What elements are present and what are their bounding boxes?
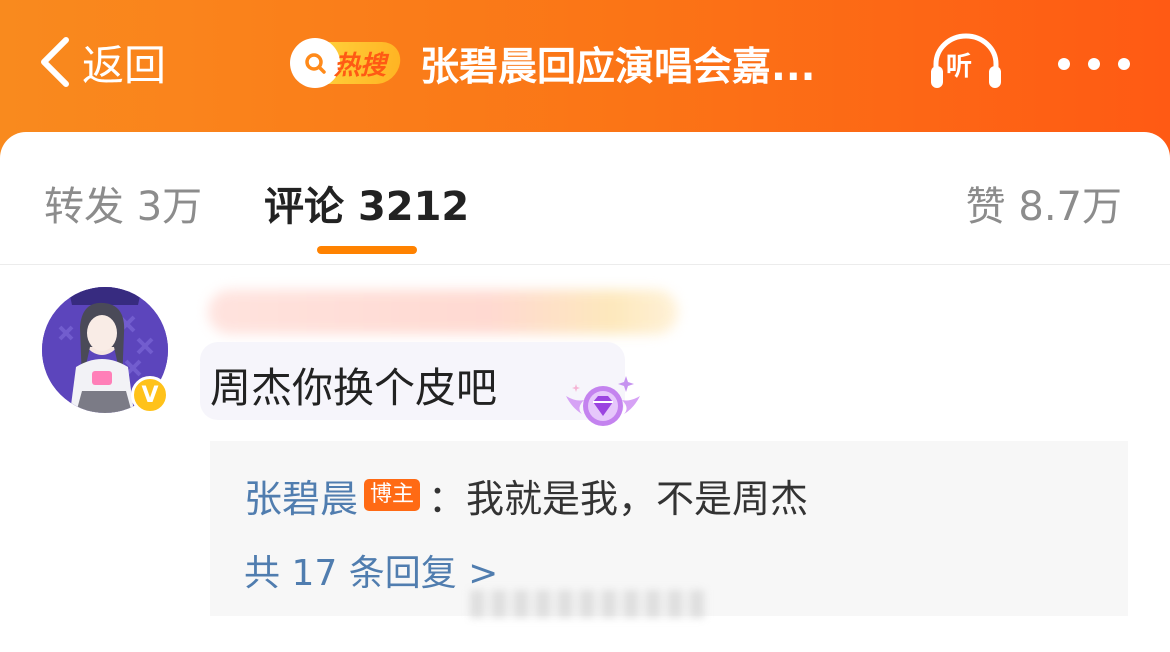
- tab-comment[interactable]: 评论 3212: [264, 174, 469, 232]
- hot-search-label: 热搜: [334, 51, 387, 81]
- comment-text: 周杰你换个皮吧: [210, 364, 497, 412]
- listen-label: 听: [946, 52, 973, 82]
- dot-icon: [1088, 58, 1100, 70]
- tab-comment-label: 评论: [264, 184, 344, 230]
- reply-text: ：我就是我，不是周杰: [428, 476, 809, 521]
- dot-icon: [1118, 58, 1130, 70]
- interaction-tabs: 转发 3万 评论 3212 赞 8.7万: [0, 132, 1170, 265]
- view-all-replies-link[interactable]: 共 17 条回复 >: [244, 544, 498, 596]
- tab-like[interactable]: 赞 8.7万: [966, 174, 1122, 232]
- back-label: 返回: [82, 40, 167, 90]
- dot-icon: [1058, 58, 1070, 70]
- page-title: 张碧晨回应演唱会嘉...: [420, 45, 816, 90]
- reply-line: 张碧晨 博主 ：我就是我，不是周杰: [244, 472, 808, 521]
- tab-repost-label: 转发: [44, 184, 124, 230]
- back-button[interactable]: 返回: [36, 34, 166, 90]
- listen-button[interactable]: 听: [928, 30, 1004, 92]
- reply-author-name[interactable]: 张碧晨: [244, 468, 358, 523]
- tab-like-count: 8.7万: [1018, 184, 1122, 230]
- username-blurred: [208, 290, 678, 334]
- diamond-gem-icon: [566, 376, 640, 426]
- active-tab-indicator: [317, 246, 417, 254]
- blogger-tag: 博主: [364, 479, 421, 511]
- chevron-left-icon: [41, 37, 69, 87]
- search-icon: [305, 53, 326, 74]
- more-options-button[interactable]: [1058, 50, 1130, 78]
- tab-comment-count: 3212: [357, 184, 470, 230]
- tab-like-label: 赞: [965, 184, 1006, 230]
- tab-repost[interactable]: 转发 3万: [44, 174, 202, 232]
- verified-badge: V: [131, 376, 169, 414]
- hot-search-badge[interactable]: 热搜: [290, 38, 403, 88]
- tab-repost-count: 3万: [136, 184, 203, 230]
- watermark-blurred: [470, 590, 705, 618]
